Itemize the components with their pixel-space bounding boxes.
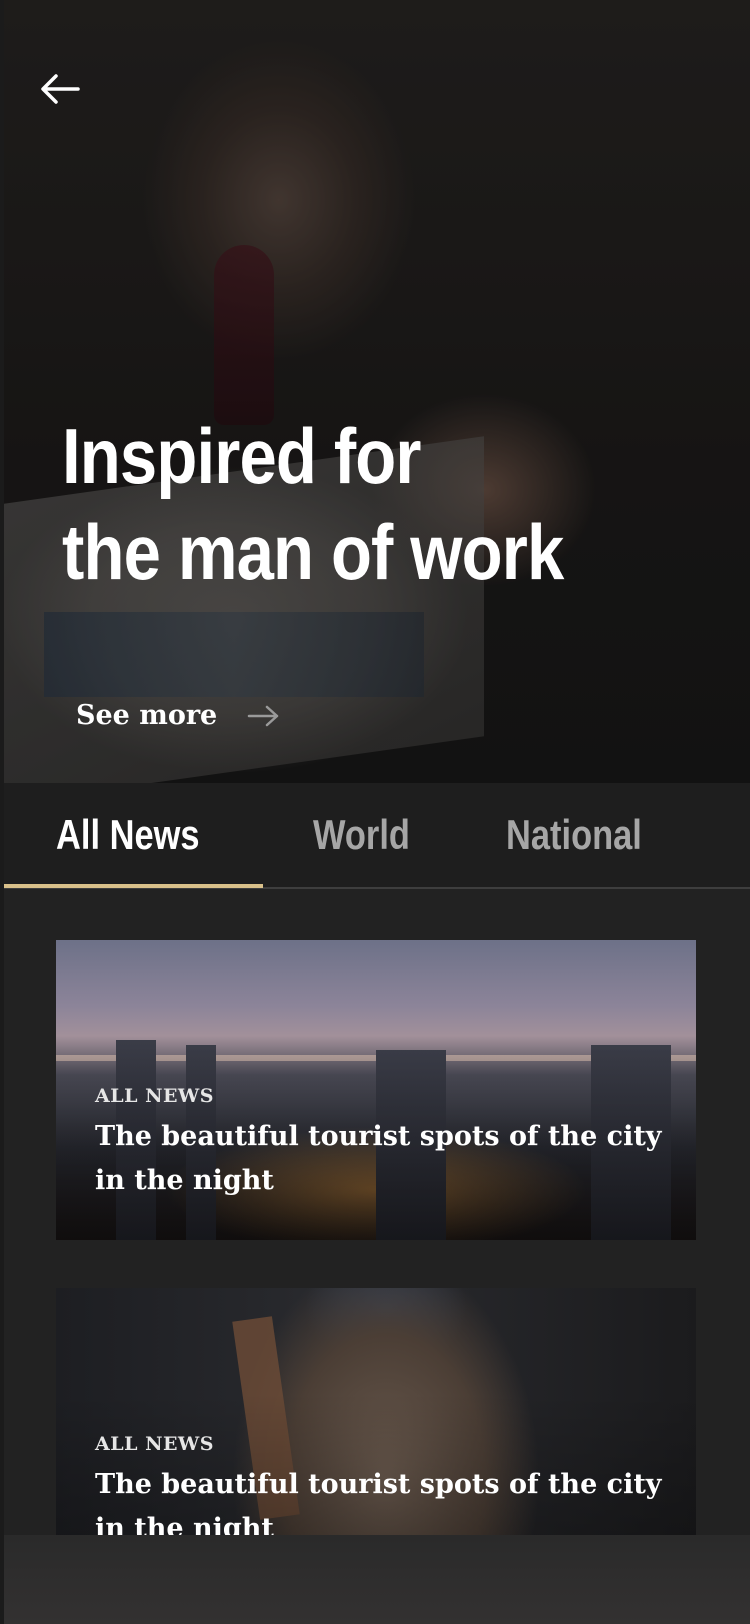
news-card-category: ALL NEWS — [95, 1085, 214, 1107]
hero-title-line-2: the man of work — [62, 508, 564, 596]
back-button[interactable] — [36, 68, 84, 116]
see-more-label: See more — [76, 700, 218, 731]
hero-image-overlay — [4, 0, 750, 783]
hero-title-line-1: Inspired for — [62, 412, 422, 500]
category-tabs: All News World National — [4, 783, 750, 889]
bottom-fade — [4, 1535, 750, 1624]
active-tab-indicator — [4, 884, 263, 888]
news-feed: ALL NEWS The beautiful tourist spots of … — [4, 889, 750, 1624]
app-screen: Inspired for the man of work See more Al… — [4, 0, 750, 1624]
tab-world[interactable]: World — [313, 811, 410, 859]
tab-all-news[interactable]: All News — [56, 811, 200, 859]
arrow-right-icon — [248, 705, 279, 726]
news-card[interactable]: ALL NEWS The beautiful tourist spots of … — [56, 940, 696, 1240]
tab-national[interactable]: National — [506, 811, 642, 859]
see-more-link[interactable]: See more — [76, 700, 281, 731]
news-card-category: ALL NEWS — [95, 1433, 214, 1455]
arrow-left-icon — [41, 74, 80, 104]
hero-title: Inspired for the man of work — [62, 408, 564, 600]
news-card-title: The beautiful tourist spots of the city … — [95, 1121, 662, 1196]
hero-banner: Inspired for the man of work See more — [4, 0, 750, 783]
